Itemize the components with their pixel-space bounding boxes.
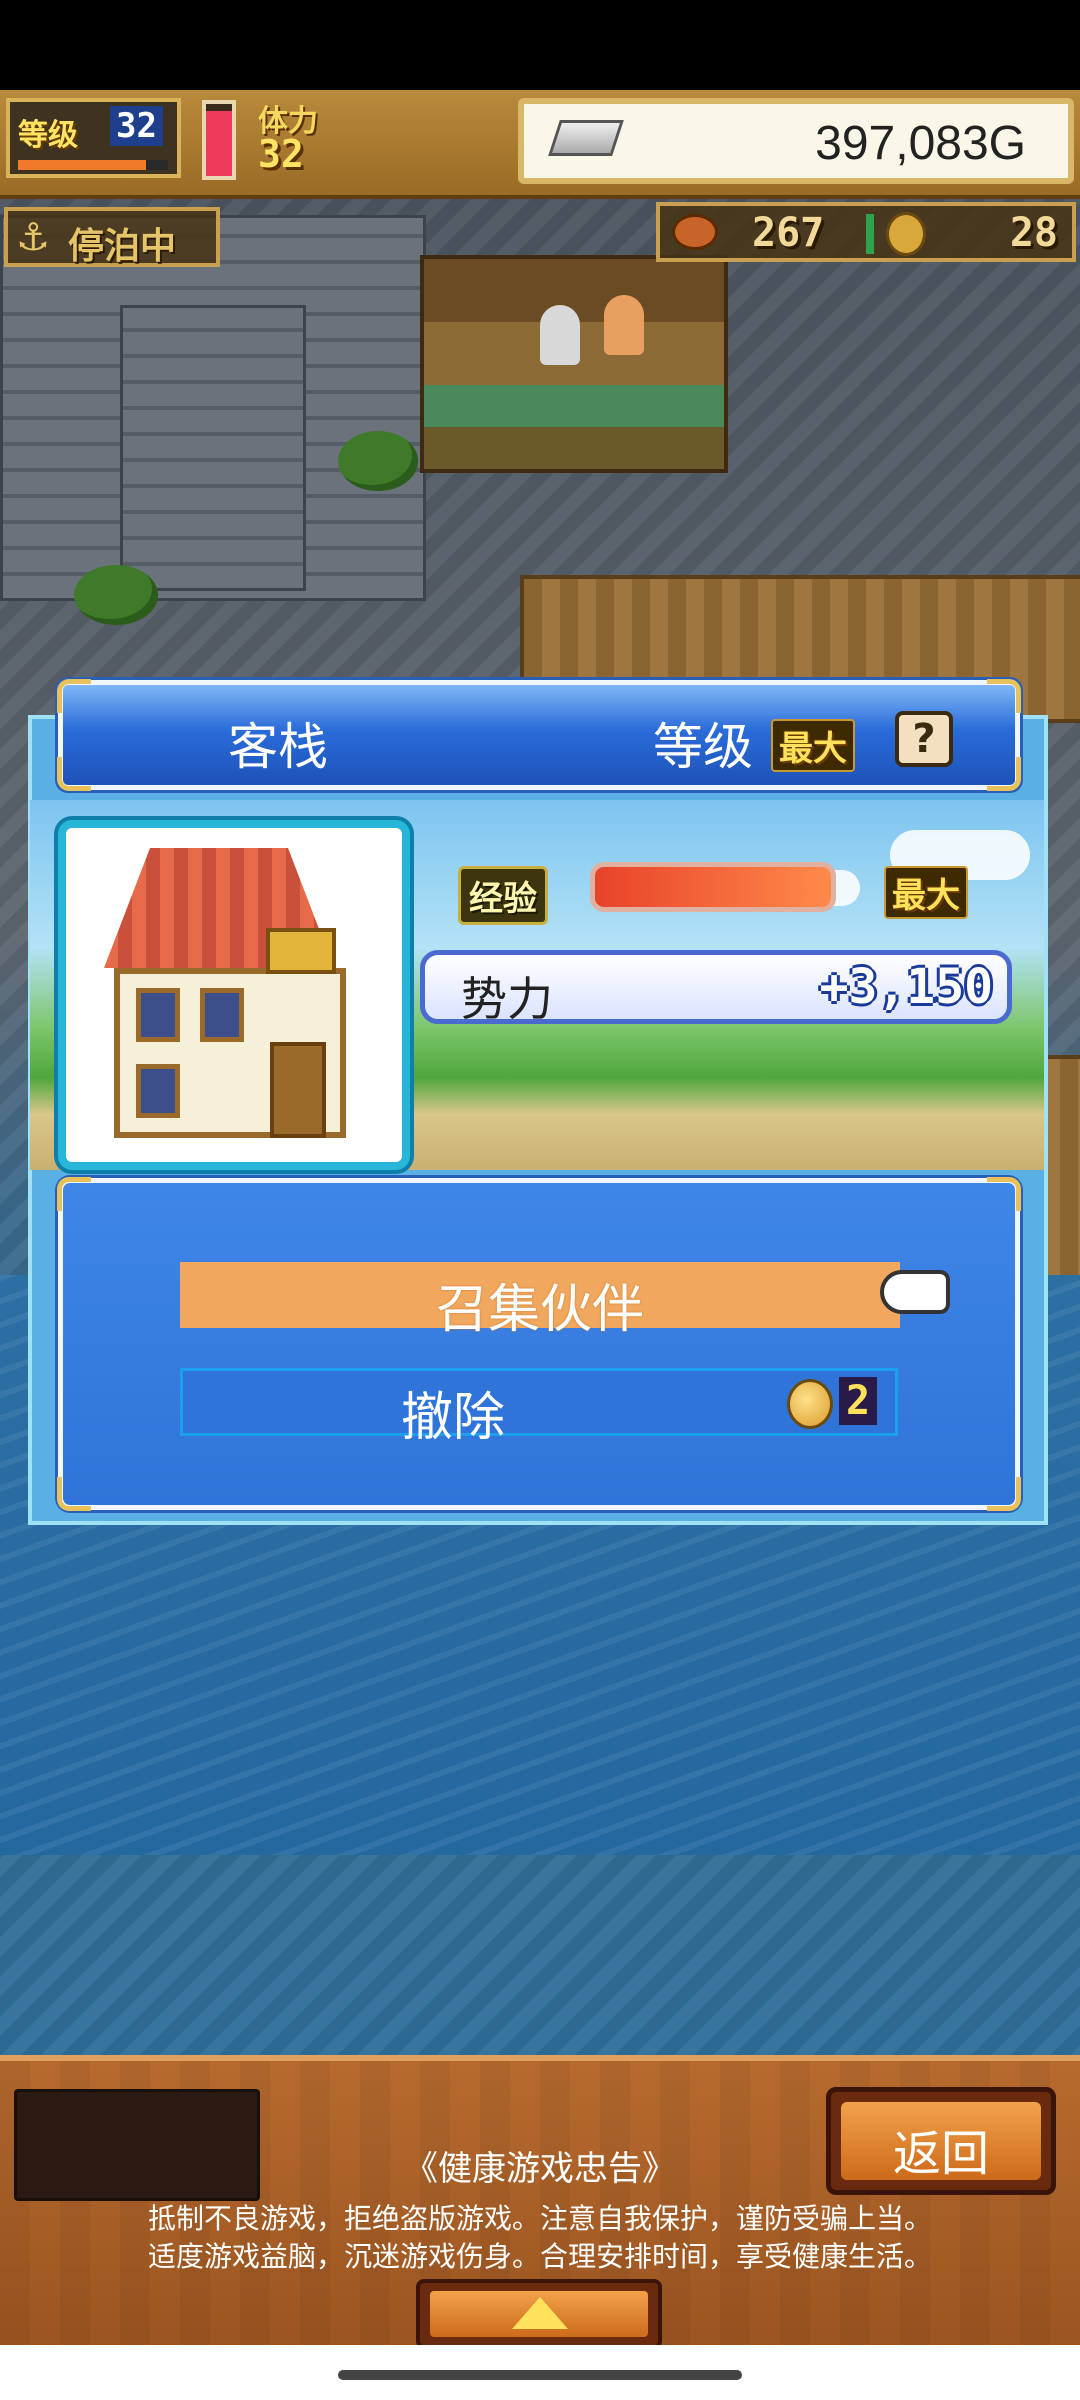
health-advice-line-1: 抵制不良游戏，拒绝盗版游戏。注意自我保护，谨防受骗上当。 xyxy=(147,2202,932,2235)
level-progress-fill xyxy=(18,160,146,170)
building-name: 客栈 xyxy=(228,718,328,776)
exp-fill xyxy=(595,867,831,907)
food-value: 267 xyxy=(752,210,825,256)
bush-sprite xyxy=(338,431,418,491)
corner-ornament xyxy=(57,1177,91,1211)
corner-ornament xyxy=(987,1477,1021,1511)
mooring-label: 停泊中 xyxy=(68,226,177,267)
demolish-button[interactable]: 撤除 2 xyxy=(180,1368,898,1448)
power-display: 势力 +3,150 xyxy=(420,950,1012,1026)
villager-sprite xyxy=(604,295,644,355)
recruit-companion-button[interactable]: 召集伙伴 xyxy=(180,1262,900,1340)
action-panel xyxy=(57,1177,1021,1511)
building-image-frame xyxy=(58,820,410,1170)
dialog-header: 客栈 等级 最大 ? xyxy=(57,679,1021,791)
power-label: 势力 xyxy=(461,972,553,1026)
coin-value: 28 xyxy=(1009,210,1058,256)
demolish-cost: 2 xyxy=(839,1377,877,1425)
stone-tower xyxy=(120,305,306,591)
corner-ornament xyxy=(987,679,1021,713)
corner-ornament xyxy=(987,757,1021,791)
gold-display[interactable]: 397,083G xyxy=(518,98,1074,184)
stamina-fill xyxy=(206,111,232,176)
expand-menu-button[interactable] xyxy=(416,2279,662,2349)
demolish-label: 撤除 xyxy=(400,1388,505,1448)
resource-bar[interactable]: 267 28 xyxy=(656,202,1076,262)
exp-label: 经验 xyxy=(458,866,548,925)
food-icon xyxy=(672,214,718,250)
silver-bar-icon xyxy=(548,120,624,156)
bottom-bar: 返回 《健康游戏忠告》 抵制不良游戏，拒绝盗版游戏。注意自我保护，谨防受骗上当。… xyxy=(0,2055,1080,2361)
beer-mug-sign-icon xyxy=(266,928,336,974)
power-value: +3,150 xyxy=(819,959,993,1015)
gold-value: 397,083G xyxy=(815,117,1026,170)
top-hud: 等级 32 体力 32 397,083G xyxy=(0,90,1080,199)
health-advice-title: 《健康游戏忠告》 xyxy=(404,2149,676,2189)
villager-sprite xyxy=(540,305,580,365)
player-level-box[interactable]: 等级 32 xyxy=(6,98,181,178)
exp-bar xyxy=(590,862,836,912)
bush-sprite xyxy=(74,565,158,625)
building-level-max-badge: 最大 xyxy=(771,719,855,772)
help-icon[interactable]: ? xyxy=(895,711,953,767)
inn-wall xyxy=(114,968,346,1138)
status-bar xyxy=(0,0,1080,90)
home-indicator[interactable] xyxy=(338,2370,742,2380)
corner-ornament xyxy=(57,679,91,713)
inn-window xyxy=(136,1064,180,1118)
level-progress-bar xyxy=(18,160,168,170)
inn-door xyxy=(270,1042,326,1138)
anchor-icon: ⚓ xyxy=(16,215,51,259)
corner-ornament xyxy=(57,757,91,791)
inn-window xyxy=(136,988,180,1042)
building-level-label: 等级 xyxy=(653,718,753,776)
up-arrow-icon xyxy=(512,2297,568,2329)
medal-coin-icon xyxy=(886,212,926,256)
stamina-value: 32 xyxy=(258,132,304,176)
inn-window xyxy=(200,988,244,1042)
resource-divider xyxy=(866,214,874,254)
game-screen: 等级 32 体力 32 397,083G ⚓ 停泊中 267 28 客栈 等级 … xyxy=(0,0,1080,2400)
expand-button-face xyxy=(430,2291,648,2337)
exp-max-badge: 最大 xyxy=(884,866,968,919)
corner-ornament xyxy=(987,1177,1021,1211)
mooring-status[interactable]: ⚓ 停泊中 xyxy=(4,207,220,267)
coin-icon xyxy=(787,1379,833,1429)
corner-ornament xyxy=(57,1477,91,1511)
health-advice-line-2: 适度游戏益脑，沉迷游戏伤身。合理安排时间，享受健康生活。 xyxy=(147,2240,932,2273)
level-label: 等级 xyxy=(18,118,78,153)
stamina-gauge xyxy=(202,100,236,180)
level-value: 32 xyxy=(110,106,163,146)
recruit-label: 召集伙伴 xyxy=(435,1280,644,1340)
pointing-hand-icon xyxy=(880,1270,950,1314)
